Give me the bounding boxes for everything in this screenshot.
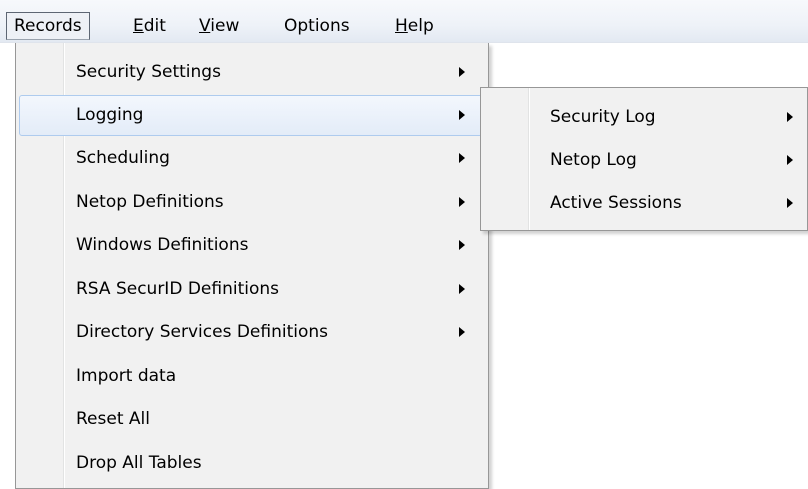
menu-item-security-settings[interactable]: Security Settings — [19, 52, 485, 93]
records-dropdown-menu: Security Settings Logging Scheduling Net… — [15, 43, 489, 489]
menu-item-directory-services-definitions[interactable]: Directory Services Definitions — [19, 312, 485, 353]
menu-item-label: Import data — [76, 366, 177, 386]
menu-item-label: Scheduling — [76, 148, 170, 168]
submenu-arrow-icon — [459, 327, 465, 337]
submenu-arrow-icon — [459, 110, 465, 120]
menu-item-logging[interactable]: Logging — [19, 95, 485, 136]
menu-item-label: RSA SecurID Definitions — [76, 279, 279, 299]
menu-item-label: Drop All Tables — [76, 453, 202, 473]
menu-item-scheduling[interactable]: Scheduling — [19, 138, 485, 179]
submenu-arrow-icon — [459, 240, 465, 250]
menu-item-label: Logging — [76, 105, 144, 125]
app-window: Records Edit View Options Help Security … — [0, 0, 808, 489]
menu-view[interactable]: View — [199, 12, 239, 40]
menu-item-label: Directory Services Definitions — [76, 322, 329, 342]
submenu-arrow-icon — [459, 153, 465, 163]
submenu-arrow-icon — [787, 198, 793, 208]
menu-item-drop-all-tables[interactable]: Drop All Tables — [19, 443, 485, 484]
menu-records[interactable]: Records — [6, 12, 90, 40]
submenu-item-security-log[interactable]: Security Log — [484, 97, 802, 138]
menu-edit[interactable]: Edit — [133, 12, 166, 40]
menu-item-reset-all[interactable]: Reset All — [19, 399, 485, 440]
submenu-arrow-icon — [787, 112, 793, 122]
menu-item-label: Security Settings — [76, 62, 221, 82]
logging-submenu: Security Log Netop Log Active Sessions — [480, 87, 808, 231]
menu-item-label: Reset All — [76, 409, 150, 429]
menu-item-label: Windows Definitions — [76, 235, 249, 255]
submenu-arrow-icon — [459, 284, 465, 294]
submenu-arrow-icon — [459, 197, 465, 207]
menu-item-label: Netop Definitions — [76, 192, 224, 212]
menu-item-label: Active Sessions — [550, 193, 682, 213]
menu-item-label: Security Log — [550, 107, 656, 127]
submenu-arrow-icon — [787, 155, 793, 165]
menu-item-netop-definitions[interactable]: Netop Definitions — [19, 182, 485, 223]
menu-item-import-data[interactable]: Import data — [19, 356, 485, 397]
submenu-item-active-sessions[interactable]: Active Sessions — [484, 183, 802, 224]
menu-help[interactable]: Help — [395, 12, 434, 40]
submenu-arrow-icon — [459, 67, 465, 77]
menu-item-windows-definitions[interactable]: Windows Definitions — [19, 225, 485, 266]
menu-item-rsa-securid-definitions[interactable]: RSA SecurID Definitions — [19, 269, 485, 310]
menu-options[interactable]: Options — [284, 12, 350, 40]
menu-item-label: Netop Log — [550, 150, 637, 170]
menu-bar: Records Edit View Options Help — [0, 0, 808, 43]
submenu-item-netop-log[interactable]: Netop Log — [484, 140, 802, 181]
